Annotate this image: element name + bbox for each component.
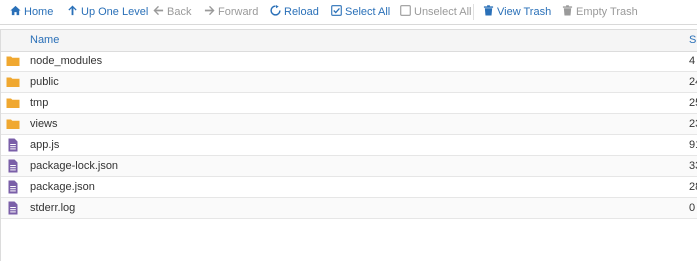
select-all-label: Select All bbox=[345, 6, 391, 18]
checkbox-checked-icon bbox=[331, 5, 342, 16]
reload-label: Reload bbox=[284, 6, 319, 18]
column-header-size[interactable]: Si bbox=[689, 34, 697, 46]
file-name: node_modules bbox=[30, 55, 103, 67]
arrow-left-icon bbox=[153, 5, 164, 16]
table-header: Name Si bbox=[1, 30, 697, 52]
empty-trash-label: Empty Trash bbox=[576, 6, 638, 18]
forward-label: Forward bbox=[218, 6, 259, 18]
file-size: 23 bbox=[689, 118, 697, 130]
folder-icon bbox=[6, 119, 20, 129]
table-row[interactable]: app.js 91 bbox=[1, 135, 697, 156]
table-row[interactable]: package.json 28 bbox=[1, 177, 697, 198]
refresh-icon bbox=[270, 5, 281, 16]
home-label: Home bbox=[24, 6, 54, 18]
level-up-icon bbox=[68, 5, 77, 16]
file-name: stderr.log bbox=[30, 202, 76, 214]
file-name: package.json bbox=[30, 181, 95, 193]
column-header-name[interactable]: Name bbox=[30, 34, 59, 46]
back-button[interactable]: Back bbox=[153, 4, 191, 20]
up-one-level-label: Up One Level bbox=[81, 6, 149, 18]
reload-button[interactable]: Reload bbox=[270, 4, 319, 20]
trash-icon bbox=[483, 5, 494, 16]
view-trash-button[interactable]: View Trash bbox=[483, 4, 551, 20]
table-row[interactable]: node_modules 4 bbox=[1, 51, 697, 72]
table-row[interactable]: package-lock.json 33 bbox=[1, 156, 697, 177]
file-icon bbox=[8, 180, 18, 194]
toolbar-divider bbox=[473, 4, 474, 20]
file-name: views bbox=[30, 118, 58, 130]
home-icon bbox=[10, 5, 21, 16]
checkbox-empty-icon bbox=[400, 5, 411, 16]
file-size: 24 bbox=[689, 76, 697, 88]
file-icon bbox=[8, 159, 18, 173]
table-row[interactable]: public 24 bbox=[1, 72, 697, 93]
file-name: app.js bbox=[30, 139, 60, 151]
file-name: package-lock.json bbox=[30, 160, 119, 172]
file-table: Name Si node_modules 4 public 24 tmp 25 … bbox=[0, 29, 697, 261]
table-row[interactable]: tmp 25 bbox=[1, 93, 697, 114]
file-size: 33 bbox=[689, 160, 697, 172]
file-name: tmp bbox=[30, 97, 49, 109]
trash-icon bbox=[562, 5, 573, 16]
file-size: 28 bbox=[689, 181, 697, 193]
folder-icon bbox=[6, 56, 20, 66]
empty-trash-button[interactable]: Empty Trash bbox=[562, 4, 638, 20]
toolbar: Home Up One Level Back Forward Reload Se… bbox=[0, 0, 697, 25]
folder-icon bbox=[6, 77, 20, 87]
back-label: Back bbox=[167, 6, 192, 18]
folder-icon bbox=[6, 98, 20, 108]
file-size: 91 bbox=[689, 139, 697, 151]
forward-button[interactable]: Forward bbox=[204, 4, 258, 20]
file-icon bbox=[8, 138, 18, 152]
file-name: public bbox=[30, 76, 59, 88]
file-size: 4 bbox=[689, 55, 696, 67]
home-button[interactable]: Home bbox=[10, 4, 53, 20]
file-size: 0 bbox=[689, 202, 696, 214]
up-one-level-button[interactable]: Up One Level bbox=[67, 4, 148, 20]
arrow-right-icon bbox=[204, 5, 215, 16]
table-row[interactable]: views 23 bbox=[1, 114, 697, 135]
select-all-button[interactable]: Select All bbox=[331, 4, 390, 20]
table-row[interactable]: stderr.log 0 bbox=[1, 198, 697, 219]
file-icon bbox=[8, 201, 18, 215]
unselect-all-label: Unselect All bbox=[414, 6, 472, 18]
view-trash-label: View Trash bbox=[497, 6, 552, 18]
unselect-all-button[interactable]: Unselect All bbox=[400, 4, 471, 20]
file-size: 25 bbox=[689, 97, 697, 109]
